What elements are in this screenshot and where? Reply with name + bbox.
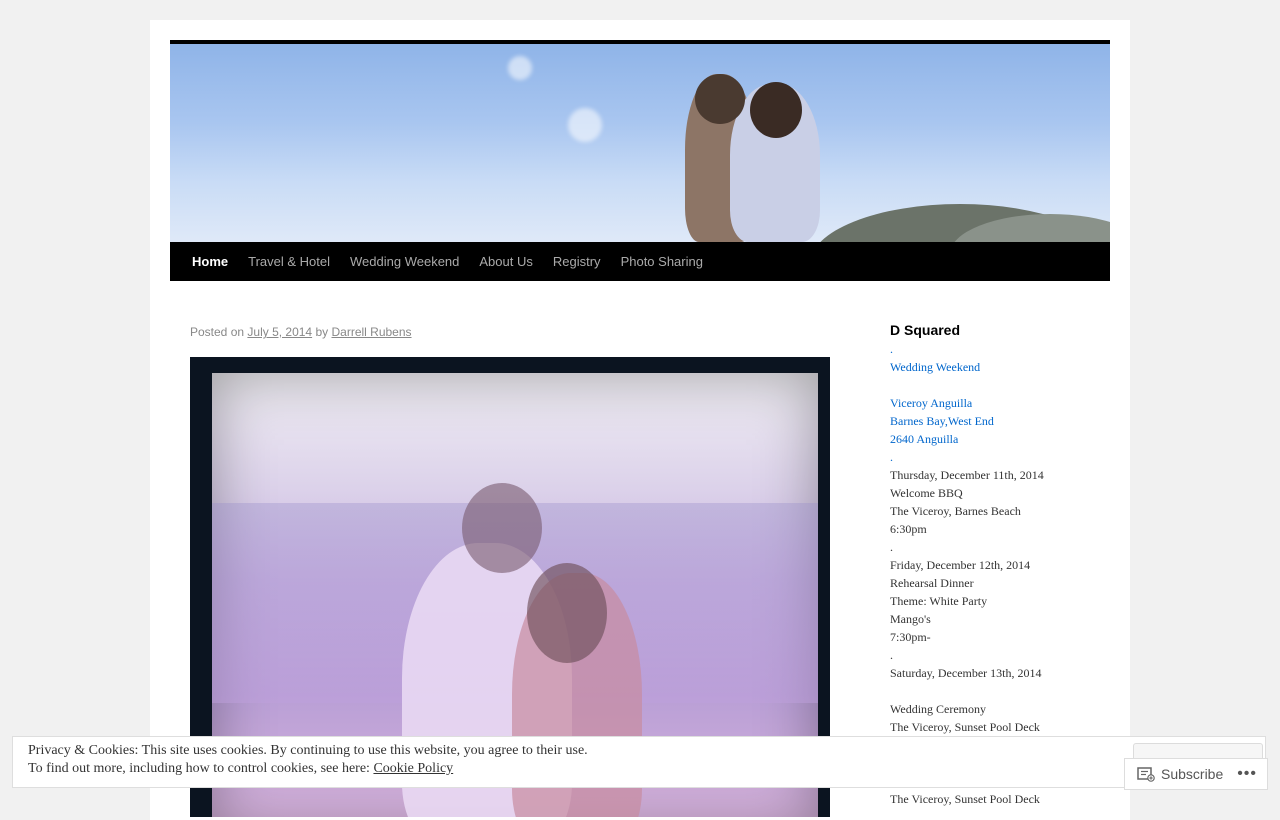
sidebar-title: D Squared [890, 322, 961, 338]
sidebar-line: 7:30pm- [890, 630, 931, 644]
sidebar-line: The Viceroy, Barnes Beach [890, 504, 1021, 518]
nav-item-photo-sharing[interactable]: Photo Sharing [611, 242, 713, 281]
sidebar-line: 6:30pm [890, 522, 927, 536]
post-author-link[interactable]: Darrell Rubens [331, 325, 411, 339]
posted-on-label: Posted on [190, 325, 245, 339]
nav-item-travel-hotel[interactable]: Travel & Hotel [238, 242, 340, 281]
cookie-text-line2-label: To find out more, including how to contr… [28, 761, 370, 776]
sidebar-line[interactable]: 2640 Anguilla [890, 430, 1110, 448]
nav-link-travel-hotel[interactable]: Travel & Hotel [238, 242, 340, 281]
sidebar-line: Theme: White Party [890, 594, 988, 608]
sidebar-line [890, 376, 1110, 394]
main-navigation: Home Travel & Hotel Wedding Weekend Abou… [170, 242, 1110, 281]
sidebar-line: . [890, 540, 893, 554]
sidebar-line [890, 682, 1110, 700]
sidebar-line[interactable]: Viceroy Anguilla [890, 394, 1110, 412]
sidebar-line: Wedding Ceremony [890, 702, 987, 716]
subscribe-bar: Subscribe ••• [1124, 758, 1268, 790]
sidebar-line[interactable]: . [890, 448, 1110, 466]
sidebar-line: Rehearsal Dinner [890, 576, 974, 590]
nav-item-about-us[interactable]: About Us [469, 242, 542, 281]
sidebar-line: Saturday, December 13th, 2014 [890, 666, 1042, 680]
cookie-banner: Privacy & Cookies: This site uses cookie… [12, 736, 1266, 788]
post-date-link[interactable]: July 5, 2014 [247, 325, 312, 339]
cookie-policy-link[interactable]: Cookie Policy [373, 761, 453, 776]
nav-menu: Home Travel & Hotel Wedding Weekend Abou… [170, 242, 1110, 281]
cookie-text-line1: Privacy & Cookies: This site uses cookie… [28, 743, 588, 758]
sidebar-line[interactable]: Barnes Bay,West End [890, 412, 1110, 430]
sidebar-line: The Viceroy, Sunset Pool Deck [890, 720, 1040, 734]
nav-item-wedding-weekend[interactable]: Wedding Weekend [340, 242, 469, 281]
sidebar-line[interactable]: Wedding Weekend [890, 358, 1110, 376]
page-wrapper: Home Travel & Hotel Wedding Weekend Abou… [150, 20, 1130, 820]
sidebar-line: Friday, December 12th, 2014 [890, 558, 1031, 572]
sidebar-line[interactable]: . [890, 340, 1110, 358]
cookie-text-line2: To find out more, including how to contr… [28, 761, 453, 777]
sidebar: D Squared . Wedding Weekend Viceroy Angu… [890, 320, 1110, 808]
nav-link-about-us[interactable]: About Us [469, 242, 542, 281]
nav-link-wedding-weekend[interactable]: Wedding Weekend [340, 242, 469, 281]
post-content: Posted on July 5, 2014 by Darrell Rubens [190, 320, 830, 817]
sidebar-line: Mango's [890, 612, 931, 626]
reader-follow-icon[interactable] [1137, 766, 1155, 782]
sidebar-line: Thursday, December 11th, 2014 [890, 468, 1044, 482]
sidebar-line: . [890, 648, 893, 662]
sidebar-line: The Viceroy, Sunset Pool Deck [890, 792, 1040, 806]
nav-item-registry[interactable]: Registry [543, 242, 611, 281]
subscribe-button[interactable]: Subscribe [1161, 766, 1223, 782]
by-label: by [315, 325, 329, 339]
header-image[interactable] [170, 40, 1110, 242]
nav-link-home[interactable]: Home [182, 242, 238, 281]
nav-link-photo-sharing[interactable]: Photo Sharing [611, 242, 713, 281]
more-options-button[interactable]: ••• [1237, 765, 1257, 783]
nav-item-home[interactable]: Home [182, 242, 238, 281]
nav-link-registry[interactable]: Registry [543, 242, 611, 281]
sidebar-line: Welcome BBQ [890, 486, 963, 500]
entry-meta: Posted on July 5, 2014 by Darrell Rubens [190, 325, 830, 339]
